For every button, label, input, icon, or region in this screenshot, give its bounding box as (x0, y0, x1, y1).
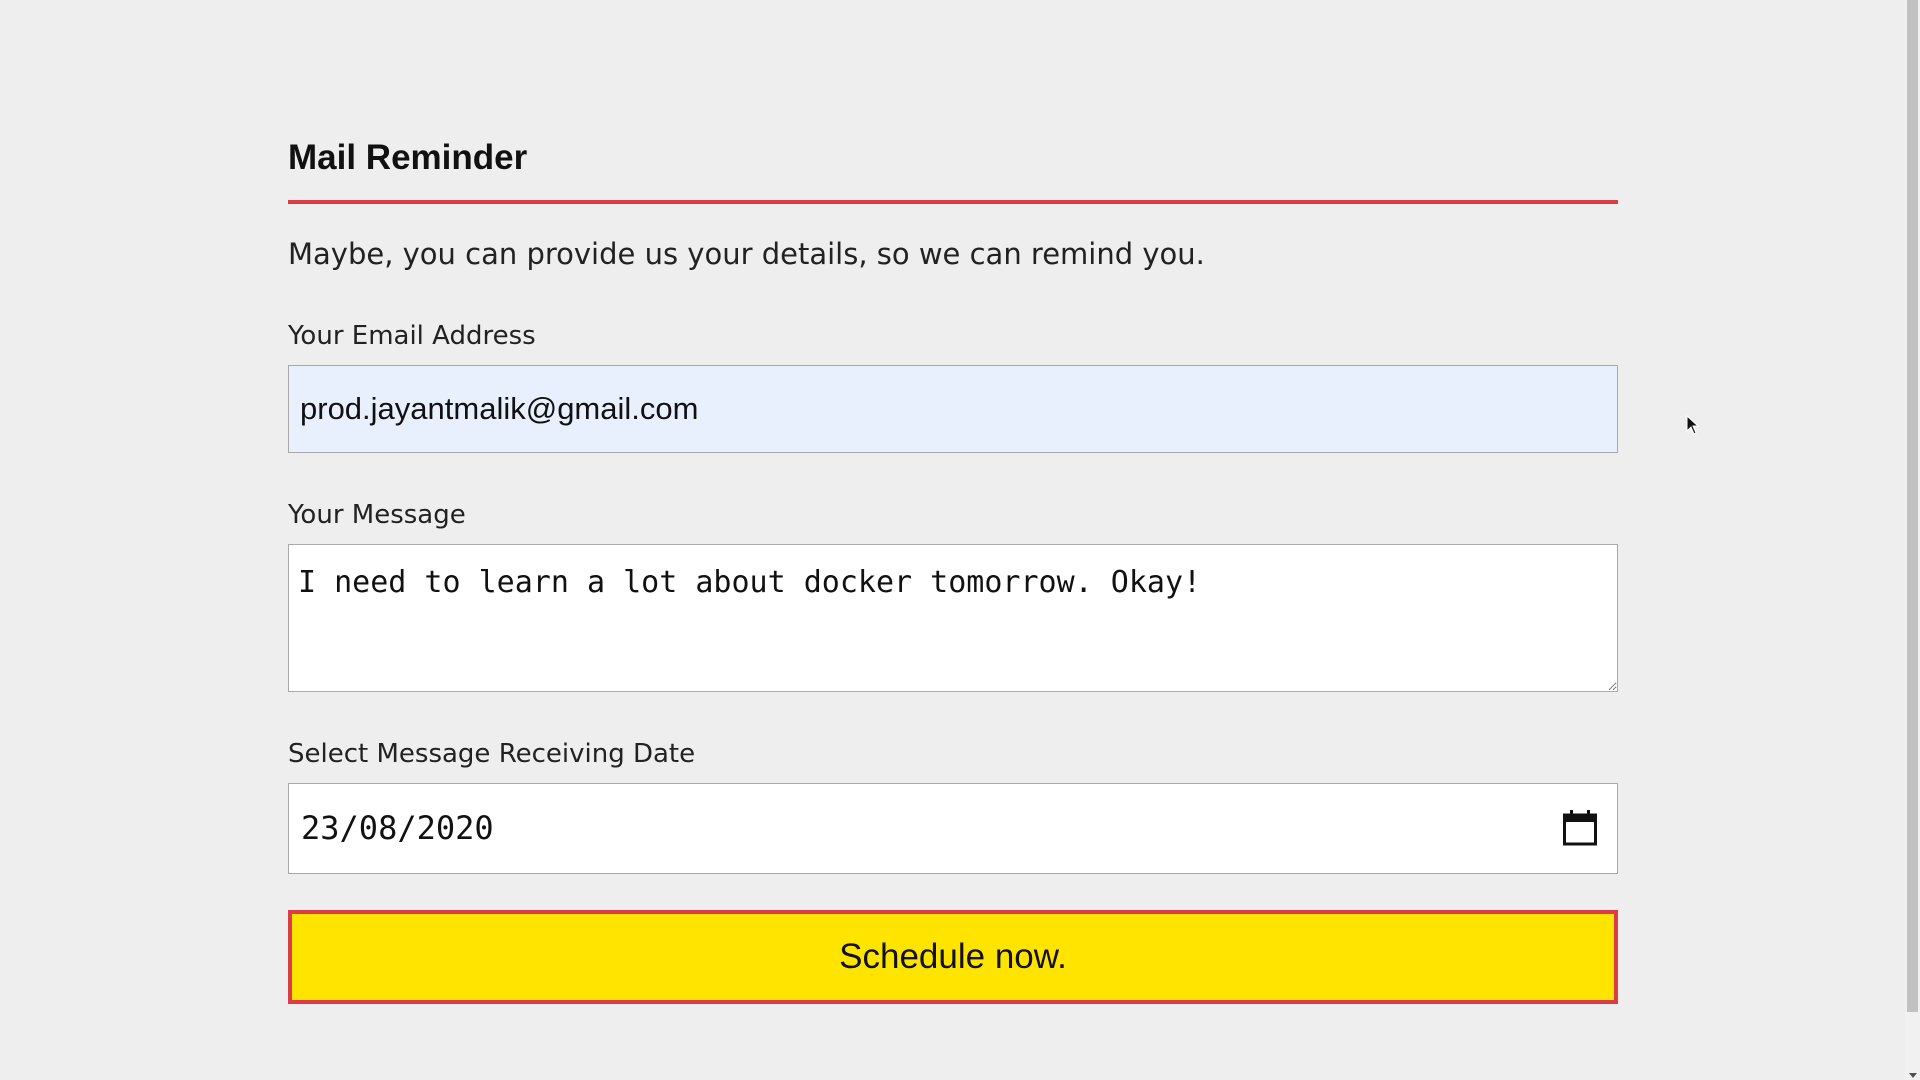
page: Mail Reminder Maybe, you can provide us … (0, 0, 1920, 1080)
scroll-down-arrow-icon[interactable] (1909, 1073, 1917, 1078)
schedule-now-button[interactable]: Schedule now. (288, 910, 1618, 1004)
calendar-icon[interactable] (1563, 810, 1597, 846)
vertical-scrollbar[interactable] (1905, 0, 1920, 1080)
title-divider (288, 200, 1618, 204)
email-label: Your Email Address (288, 321, 536, 351)
page-title: Mail Reminder (288, 138, 528, 177)
scrollbar-thumb[interactable] (1907, 0, 1918, 1012)
message-textarea[interactable]: I need to learn a lot about docker tomor… (288, 544, 1618, 692)
intro-text: Maybe, you can provide us your details, … (288, 237, 1205, 271)
date-field[interactable]: 23/08/2020 (288, 783, 1618, 874)
date-value[interactable]: 23/08/2020 (301, 784, 494, 873)
message-label: Your Message (288, 500, 466, 530)
date-label: Select Message Receiving Date (288, 739, 696, 769)
mail-reminder-form: Mail Reminder Maybe, you can provide us … (288, 138, 1618, 1004)
mouse-cursor-icon (1686, 414, 1700, 435)
email-field[interactable] (288, 365, 1618, 453)
